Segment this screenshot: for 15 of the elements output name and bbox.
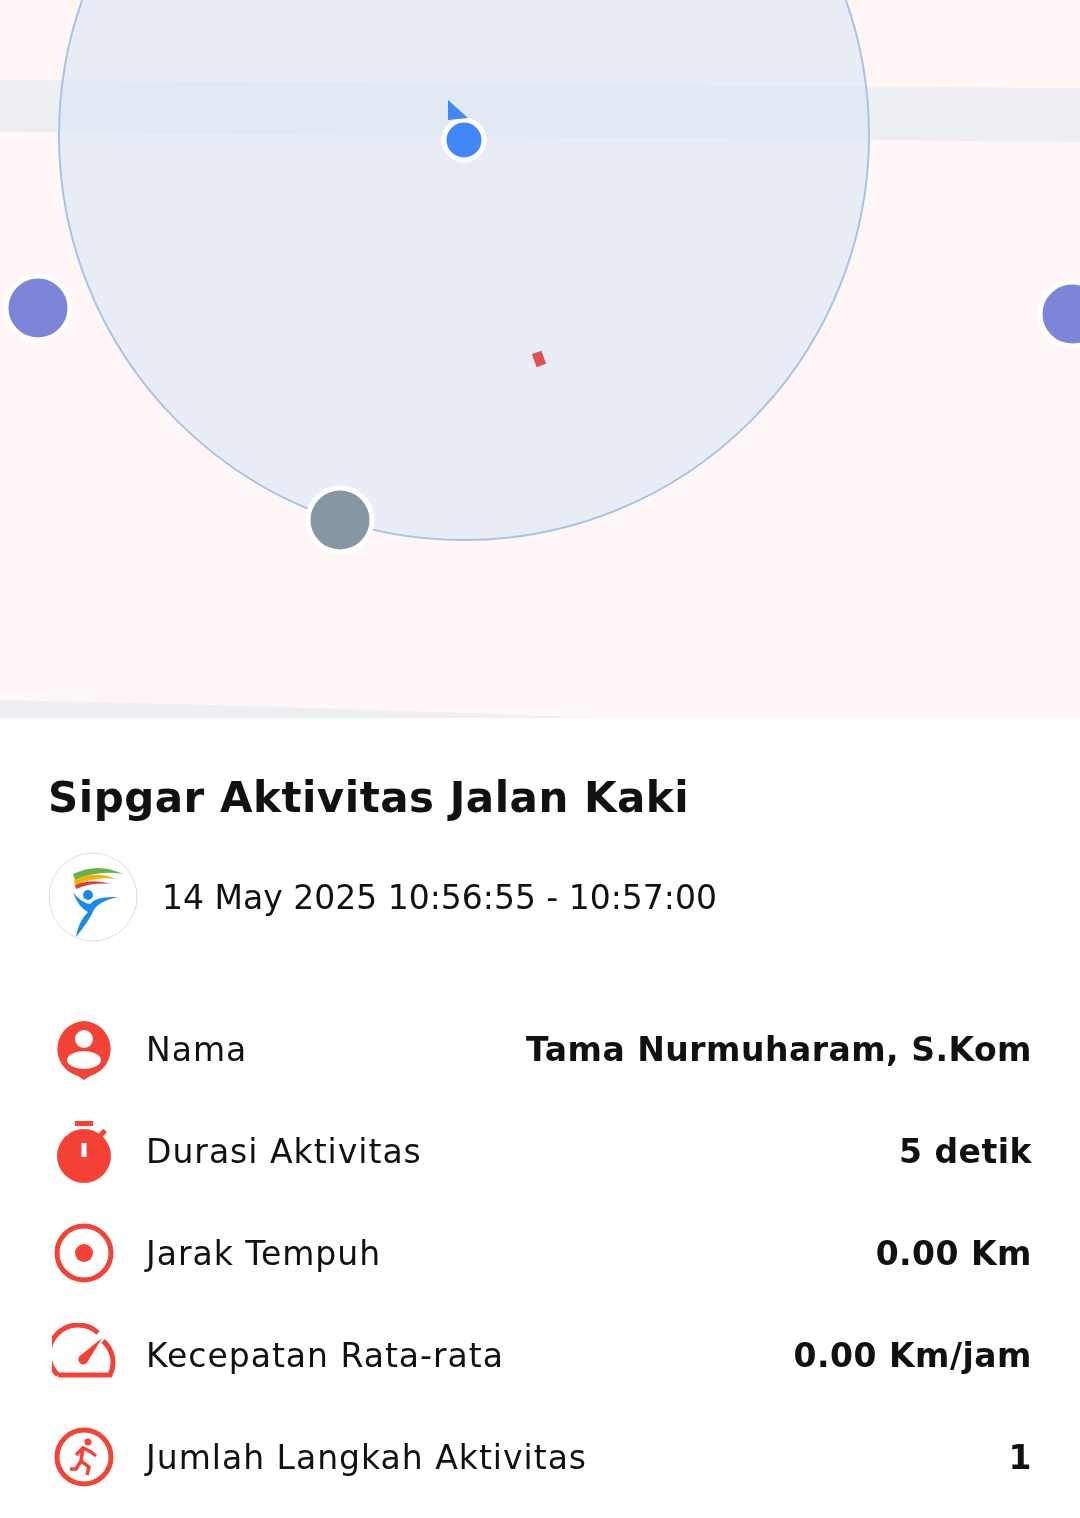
- runner-logo-icon: [48, 852, 138, 942]
- stat-value: 1: [1008, 1437, 1032, 1477]
- stat-value: Tama Nurmuharam, S.Kom: [526, 1029, 1032, 1069]
- stat-label: Durasi Aktivitas: [146, 1131, 423, 1171]
- runner-icon: [52, 1425, 116, 1489]
- stat-label: Jarak Tempuh: [146, 1233, 383, 1273]
- stat-value: 0.00 Km: [875, 1233, 1032, 1273]
- stat-value: 0.00 Km/jam: [793, 1335, 1032, 1375]
- stat-value: 5 detik: [899, 1131, 1032, 1171]
- stat-label: Kecepatan Rata-rata: [146, 1335, 505, 1375]
- stat-label: Nama: [146, 1029, 249, 1069]
- activity-title: Sipgar Aktivitas Jalan Kaki: [48, 772, 691, 824]
- target-icon: [52, 1221, 116, 1285]
- stat-label: Jumlah Langkah Aktivitas: [146, 1437, 589, 1477]
- activity-datetime: 14 May 2025 10:56:55 - 10:57:00: [162, 877, 717, 917]
